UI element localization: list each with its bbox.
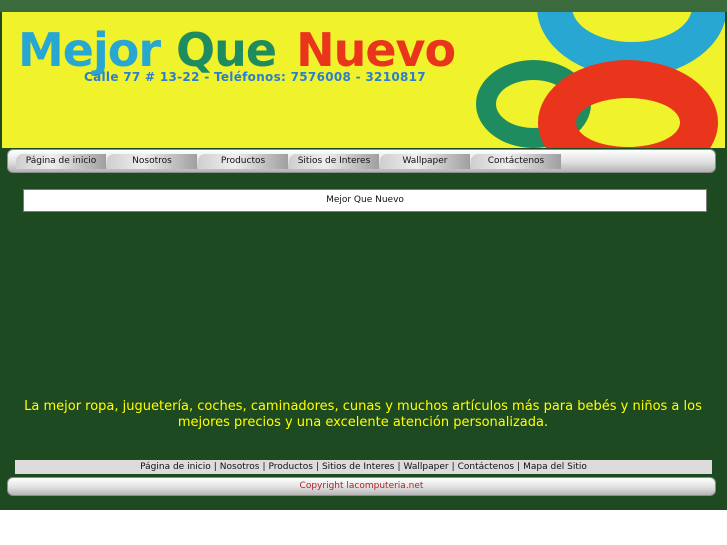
- footer-link-wallpaper[interactable]: Wallpaper: [404, 462, 449, 472]
- footer-separator: |: [315, 462, 319, 472]
- tagline-text: La mejor ropa, juguetería, coches, camin…: [24, 399, 702, 430]
- footer-link-productos[interactable]: Productos: [269, 462, 313, 472]
- footer-separator: |: [517, 462, 521, 472]
- copyright-bar: Copyright lacomputeria.net: [7, 477, 716, 496]
- logo-word-mejor: Mejor: [18, 23, 161, 77]
- nav-tab-inicio[interactable]: Página de inicio: [16, 154, 106, 169]
- logo-word-nuevo: Nuevo: [296, 23, 456, 77]
- main-nav: Página de inicio Nosotros Productos Siti…: [7, 149, 716, 173]
- nav-tab-productos[interactable]: Productos: [198, 154, 288, 169]
- footer-nav: Página de inicio | Nosotros | Productos | Siti…: [15, 460, 712, 474]
- footer-link-nosotros[interactable]: Nosotros: [220, 462, 260, 472]
- footer-link-mapa[interactable]: Mapa del Sitio: [523, 462, 587, 472]
- footer-separator: |: [451, 462, 455, 472]
- footer-link-inicio[interactable]: Página de inicio: [140, 462, 211, 472]
- top-strip: [0, 0, 727, 12]
- footer-link-contactenos[interactable]: Contáctenos: [458, 462, 514, 472]
- nav-tab-nosotros[interactable]: Nosotros: [107, 154, 197, 169]
- footer-link-sitios[interactable]: Sitios de Interes: [322, 462, 395, 472]
- copyright-text[interactable]: Copyright lacomputeria.net: [300, 481, 424, 491]
- address-line: Calle 77 # 13-22 - Teléfonos: 7576008 - …: [84, 70, 426, 84]
- nav-tab-wallpaper[interactable]: Wallpaper: [380, 154, 470, 169]
- nav-tab-sitios[interactable]: Sitios de Interes: [289, 154, 379, 169]
- nav-tab-contactenos[interactable]: Contáctenos: [471, 154, 561, 169]
- footer-separator: |: [262, 462, 266, 472]
- logo-word-que: Que: [176, 23, 277, 77]
- header-banner: Mejor Que Nuevo Calle 77 # 13-22 - Teléfon…: [2, 12, 725, 148]
- footer-separator: |: [213, 462, 217, 472]
- page-title: Mejor Que Nuevo: [23, 189, 707, 212]
- footer-separator: |: [397, 462, 401, 472]
